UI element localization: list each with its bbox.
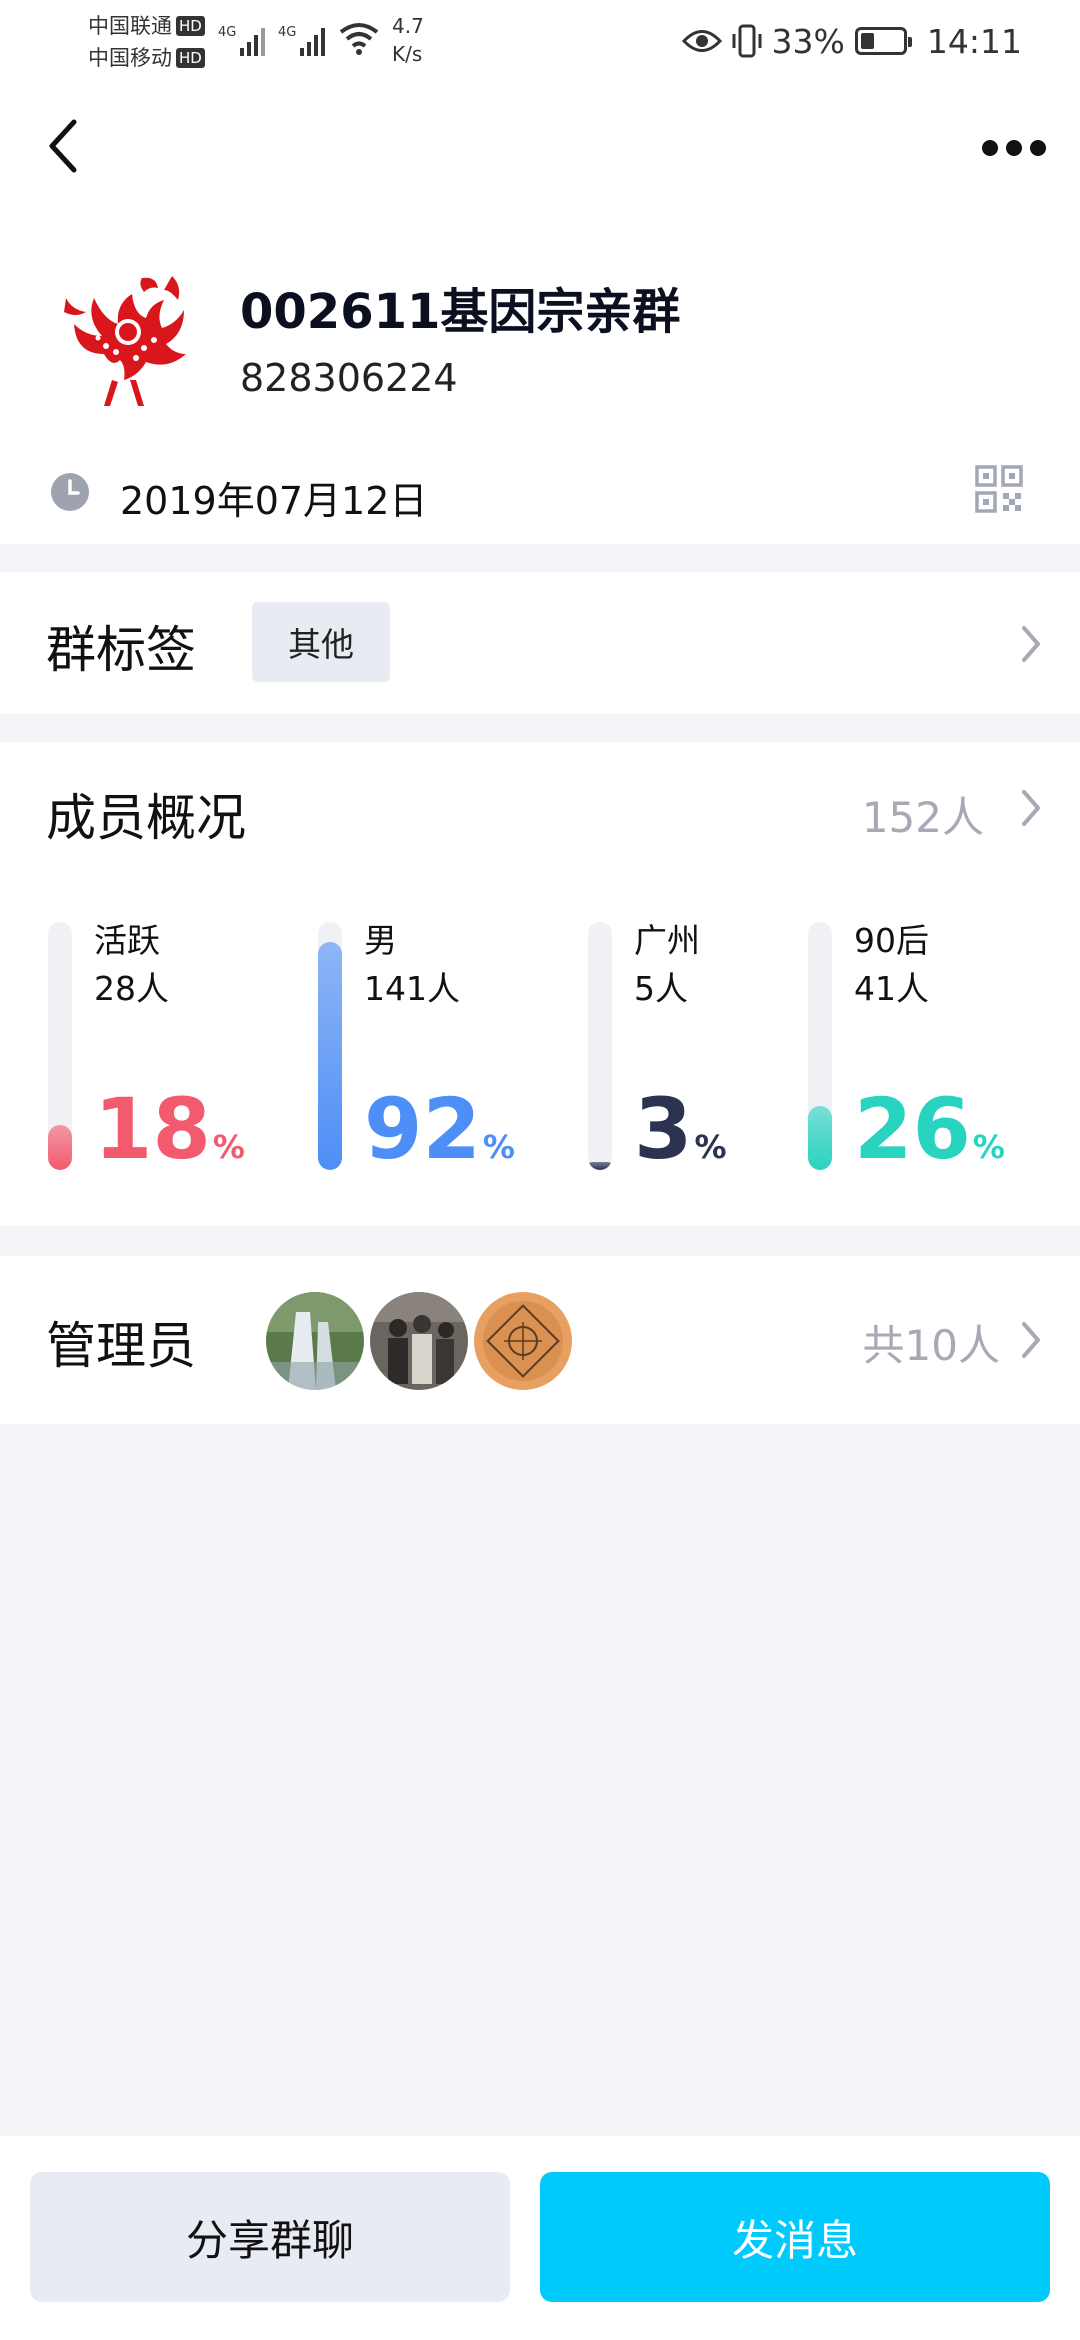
stat-bar-fill (808, 1106, 832, 1170)
hd-badge: HD (176, 16, 205, 36)
admin-avatar[interactable] (370, 1292, 468, 1390)
stat-percent-value: 3 (634, 1080, 693, 1178)
admin-avatars (266, 1292, 572, 1390)
members-overview[interactable]: 成员概况 152人 活跃 28人 18% 男 141人 92% 广州 5人 3%… (0, 742, 1080, 1226)
stat-count: 141人 (364, 969, 460, 1008)
chevron-right-icon (1022, 790, 1040, 826)
member-count: 152人 (861, 793, 984, 842)
group-tag-title: 群标签 (46, 621, 196, 679)
stat-count: 5人 (634, 969, 688, 1008)
network-type-1: 4G (218, 25, 236, 40)
group-id: 828306224 (240, 356, 458, 400)
stat-active: 活跃 28人 18% (48, 918, 298, 1178)
created-date: 2019年07月12日 (120, 479, 428, 523)
signal-icon: 4G (278, 25, 325, 56)
chevron-right-icon (1022, 626, 1040, 662)
status-right: 33% 14:11 (681, 16, 1022, 66)
stat-percent-value: 92 (364, 1080, 481, 1178)
stat-percent: 18% (94, 1084, 245, 1192)
vibrate-icon (732, 24, 762, 58)
admins-title: 管理员 (46, 1317, 196, 1375)
clock-icon (51, 473, 89, 511)
carrier-info: 中国联通 HD 中国移动 HD (88, 10, 205, 74)
stat-male: 男 141人 92% (318, 918, 568, 1178)
network-type-2: 4G (278, 25, 296, 40)
more-dot (1006, 140, 1022, 156)
back-icon[interactable] (40, 116, 90, 176)
stat-bar-track (318, 922, 342, 1170)
stat-label: 90后 (854, 921, 929, 960)
carrier-2: 中国移动 (88, 46, 172, 70)
admins-row[interactable]: 管理员 共10人 (0, 1256, 1080, 1424)
speed-unit: K/s (392, 42, 423, 66)
stat-bar-fill (48, 1125, 72, 1170)
send-message-button[interactable]: 发消息 (540, 2172, 1050, 2302)
chevron-right-icon (1022, 1322, 1040, 1358)
group-name: 002611基因宗亲群 (240, 284, 681, 340)
status-bar: 中国联通 HD 中国移动 HD 4G 4G 4.7 K/s 33% 14:11 (0, 0, 1080, 84)
battery-icon (854, 27, 912, 55)
share-group-button[interactable]: 分享群聊 (30, 2172, 510, 2302)
admin-count: 共10人 (862, 1321, 1000, 1370)
stat-bar-track (588, 922, 612, 1170)
more-dot (1030, 140, 1046, 156)
stat-percent-unit: % (972, 1128, 1005, 1166)
bottom-action-bar: 分享群聊 发消息 (0, 2136, 1080, 2340)
stat-percent: 26% (854, 1084, 1005, 1192)
stat-count: 28人 (94, 969, 169, 1008)
group-avatar[interactable] (46, 258, 200, 412)
hd-badge: HD (176, 48, 205, 68)
wifi-icon (339, 23, 379, 55)
stat-bar-fill (588, 1162, 612, 1170)
admin-avatar[interactable] (474, 1292, 572, 1390)
qr-code-icon[interactable] (974, 464, 1024, 514)
stat-count: 41人 (854, 969, 929, 1008)
stat-percent: 3% (634, 1084, 727, 1192)
group-tag-row[interactable]: 群标签 其他 (0, 572, 1080, 714)
stat-percent-unit: % (212, 1128, 245, 1166)
stat-percent-value: 26 (854, 1080, 971, 1178)
members-title: 成员概况 (46, 789, 246, 847)
carrier-1: 中国联通 (88, 14, 172, 38)
stat-label: 男 (364, 921, 397, 960)
stat-bar-track (48, 922, 72, 1170)
stat-percent: 92% (364, 1084, 515, 1192)
network-speed: 4.7 K/s (392, 12, 424, 68)
group-info-page: 中国联通 HD 中国移动 HD 4G 4G 4.7 K/s 33% 14:11 … (0, 0, 1080, 2340)
group-header: 002611基因宗亲群 828306224 2019年07月12日 (0, 84, 1080, 544)
stat-bar-fill (318, 942, 342, 1170)
stat-bar-track (808, 922, 832, 1170)
stat-region: 广州 5人 3% (588, 918, 838, 1178)
speed-value: 4.7 (392, 14, 424, 38)
stat-age: 90后 41人 26% (808, 918, 1058, 1178)
stat-label: 活跃 (94, 921, 160, 960)
group-tag-chip[interactable]: 其他 (252, 602, 390, 682)
battery-percent: 33% (771, 21, 845, 61)
stat-label: 广州 (634, 921, 700, 960)
stat-percent-unit: % (482, 1128, 515, 1166)
signal-icon: 4G (218, 25, 265, 56)
more-dot (982, 140, 998, 156)
admin-avatar[interactable] (266, 1292, 364, 1390)
eye-icon (681, 30, 722, 52)
battery-level (860, 33, 874, 49)
more-button[interactable] (974, 128, 1054, 168)
stat-percent-value: 18 (94, 1080, 211, 1178)
clock-time: 14:11 (926, 21, 1022, 61)
stat-percent-unit: % (694, 1128, 727, 1166)
